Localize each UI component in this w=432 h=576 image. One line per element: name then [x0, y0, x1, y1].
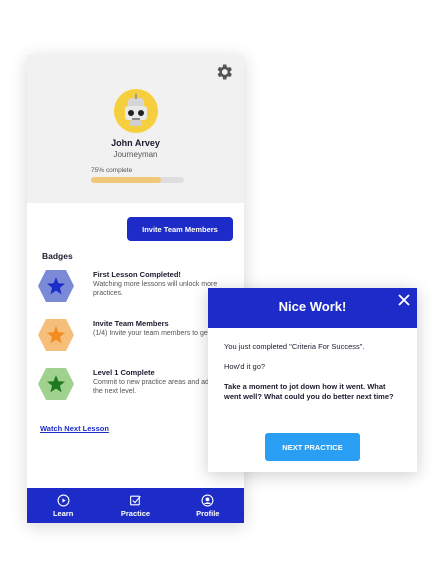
invite-team-members-button[interactable]: Invite Team Members [127, 217, 233, 241]
nav-item-learn[interactable]: Learn [27, 488, 99, 523]
nav-label: Learn [52, 508, 74, 518]
bottom-nav: Learn Practice Profile [27, 488, 244, 523]
user-circle-icon [201, 494, 214, 506]
dialog-message: You just completed "Criteria For Success… [224, 342, 365, 351]
progress-bar [91, 177, 184, 183]
user-rank: Journeyman [113, 150, 158, 159]
progress-fill [91, 177, 161, 183]
nav-item-practice[interactable]: Practice [99, 488, 171, 523]
avatar [114, 89, 158, 133]
badges-heading: Badges [42, 251, 73, 261]
badge-title: Level 1 Complete [93, 368, 155, 377]
dialog-title: Nice Work! [278, 299, 347, 314]
hexagon-badge-icon [38, 319, 74, 351]
nav-item-profile[interactable]: Profile [172, 488, 244, 523]
close-icon[interactable] [398, 294, 410, 306]
dialog-prompt: Take a moment to jot down how it went. W… [224, 382, 394, 401]
nice-work-dialog: Nice Work! You just completed "Criteria … [208, 288, 417, 472]
dialog-question: How'd it go? [224, 362, 266, 371]
next-practice-button[interactable]: NEXT PRACTICE [265, 433, 360, 461]
badge-title: Invite Team Members [93, 319, 169, 328]
play-circle-icon [57, 494, 70, 506]
nav-label: Profile [196, 508, 220, 518]
hexagon-badge-icon [38, 368, 74, 400]
gear-icon[interactable] [214, 62, 234, 82]
dialog-header: Nice Work! [208, 288, 417, 328]
user-name: John Arvey [111, 138, 160, 148]
hexagon-badge-icon [38, 270, 74, 302]
checkbox-icon [130, 495, 141, 505]
progress-text: 75% complete [91, 167, 133, 174]
nav-label: Practice [120, 508, 151, 518]
profile-header: John Arvey Journeyman 75% complete [27, 55, 244, 203]
watch-next-lesson-link[interactable]: Watch Next Lesson [40, 424, 109, 433]
badge-title: First Lesson Completed! [93, 270, 181, 279]
